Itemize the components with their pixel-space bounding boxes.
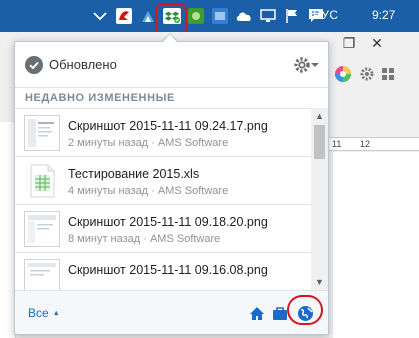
file-name: Тестирование 2015.xls — [68, 167, 200, 181]
file-meta: 8 минут назад · AMS Software — [68, 233, 221, 245]
list-item[interactable]: Скриншот 2015-11-11 09.16.08.png — [15, 252, 311, 290]
popup-header: Обновлено — [15, 42, 328, 88]
file-name: Скриншот 2015-11-11 09.18.20.png — [68, 215, 268, 229]
globe-icon — [297, 305, 313, 321]
list-item[interactable]: Тестирование 2015.xls 4 минуты назад · A… — [15, 156, 311, 204]
image-thumbnail-icon — [24, 211, 60, 247]
monitor-icon[interactable] — [256, 0, 280, 32]
clock[interactable]: 9:27 — [372, 8, 395, 22]
antivirus-icon[interactable] — [112, 0, 136, 32]
background-document-page — [333, 152, 419, 338]
settings-menu-button[interactable] — [293, 56, 321, 74]
file-name: Скриншот 2015-11-11 09.16.08.png — [68, 263, 268, 277]
ruler-mark: 12 — [360, 139, 371, 149]
file-meta: 4 минуты назад · AMS Software — [68, 185, 229, 197]
file-name: Скриншот 2015-11-11 09.24.17.png — [68, 119, 268, 133]
taskbar: РУС 9:27 — [0, 0, 419, 36]
gear-icon — [294, 57, 310, 73]
list-item[interactable]: Скриншот 2015-11-11 09.18.20.png 8 минут… — [15, 204, 311, 252]
briefcase-icon — [273, 306, 287, 320]
all-files-link[interactable]: Все ▲ — [28, 306, 60, 320]
restore-button[interactable]: ❐ — [335, 32, 363, 54]
grid-icon[interactable] — [381, 67, 395, 81]
popup-footer: Все ▲ — [15, 290, 328, 334]
dropbox-popup: Обновлено НЕДАВНО ИЗМЕНЕННЫЕ Скриншот 20… — [14, 41, 329, 335]
cloud-icon[interactable] — [232, 0, 256, 32]
list-scrollbar[interactable]: ▲ ▼ — [311, 108, 328, 290]
background-toolbar — [327, 56, 419, 92]
open-website-button[interactable] — [295, 303, 315, 323]
settings-icon[interactable] — [359, 66, 375, 82]
close-button[interactable]: ✕ — [363, 32, 391, 54]
ruler: 11 12 — [327, 137, 419, 151]
popup-arrow — [163, 34, 177, 42]
sync-status-text: Обновлено — [49, 57, 117, 72]
language-indicator[interactable]: РУС — [313, 8, 339, 22]
recent-files-heading: НЕДАВНО ИЗМЕНЕННЫЕ — [25, 92, 175, 104]
color-wheel-icon[interactable] — [333, 64, 353, 84]
ruler-mark: 11 — [332, 139, 342, 149]
image-thumbnail-icon — [24, 259, 60, 290]
scroll-down-button[interactable]: ▼ — [311, 274, 328, 290]
all-files-label: Все — [28, 306, 49, 320]
scroll-up-button[interactable]: ▲ — [311, 108, 328, 124]
blue-app-icon[interactable] — [208, 0, 232, 32]
spreadsheet-file-icon — [24, 163, 60, 199]
caret-up-icon: ▲ — [52, 309, 60, 317]
green-app-icon[interactable] — [184, 0, 208, 32]
home-button[interactable] — [247, 303, 267, 323]
chevron-up-icon[interactable] — [88, 0, 112, 32]
list-item[interactable]: Скриншот 2015-11-11 09.24.17.png 2 минут… — [15, 108, 311, 156]
scroll-thumb[interactable] — [314, 125, 325, 159]
synced-check-icon — [25, 56, 43, 74]
window-controls: ❐ ✕ — [335, 32, 391, 54]
file-meta: 2 минуты назад · AMS Software — [68, 137, 229, 149]
recent-files-list[interactable]: Скриншот 2015-11-11 09.24.17.png 2 минут… — [15, 108, 328, 290]
caret-down-icon — [311, 63, 319, 67]
flag-icon[interactable] — [280, 0, 304, 32]
home-icon — [250, 306, 264, 320]
image-thumbnail-icon — [24, 115, 60, 151]
system-tray — [88, 0, 328, 32]
